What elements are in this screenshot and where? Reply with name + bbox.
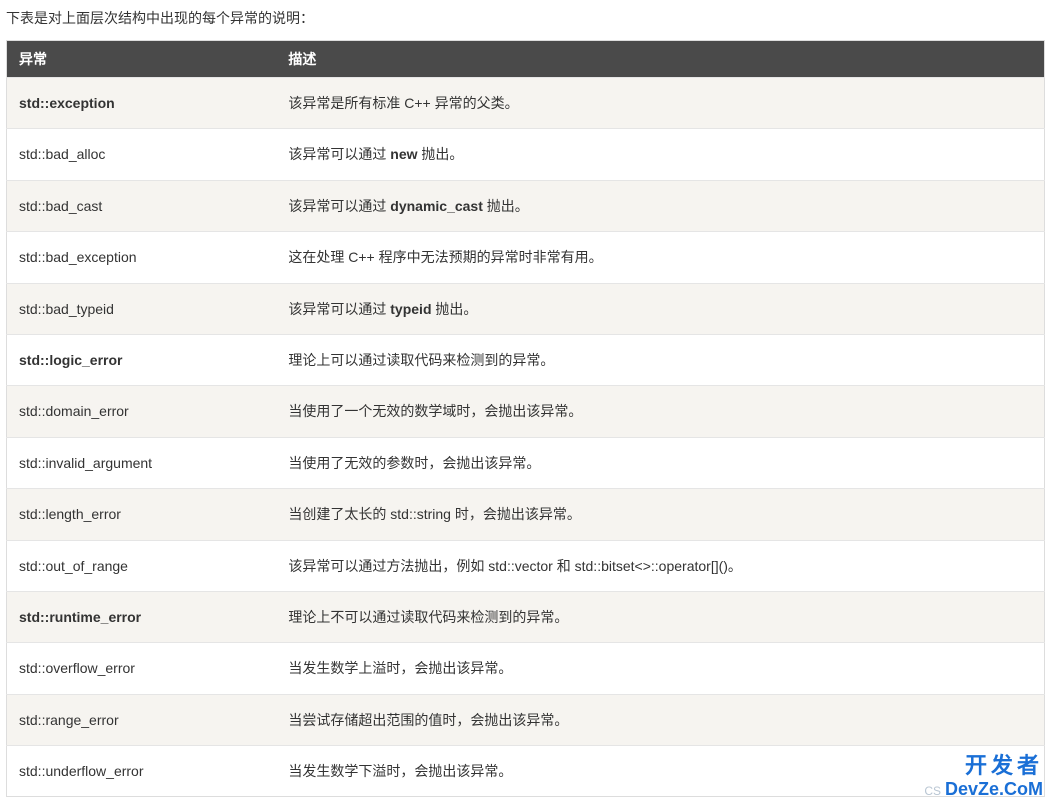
header-description: 描述 <box>276 41 1044 78</box>
table-row: std::invalid_argument当使用了无效的参数时，会抛出该异常。 <box>7 437 1045 488</box>
exception-name: std::bad_alloc <box>7 129 277 180</box>
exception-name: std::domain_error <box>7 386 277 437</box>
exception-name: std::overflow_error <box>7 643 277 694</box>
table-row: std::underflow_error当发生数学下溢时，会抛出该异常。 <box>7 746 1045 797</box>
exception-name: std::out_of_range <box>7 540 277 591</box>
exception-description: 理论上不可以通过读取代码来检测到的异常。 <box>276 591 1044 642</box>
table-row: std::overflow_error当发生数学上溢时，会抛出该异常。 <box>7 643 1045 694</box>
header-exception: 异常 <box>7 41 277 78</box>
table-row: std::bad_cast该异常可以通过 dynamic_cast 抛出。 <box>7 180 1045 231</box>
exception-description: 当使用了无效的参数时，会抛出该异常。 <box>276 437 1044 488</box>
exception-description: 当发生数学下溢时，会抛出该异常。 <box>276 746 1044 797</box>
exception-description: 当使用了一个无效的数学域时，会抛出该异常。 <box>276 386 1044 437</box>
table-row: std::domain_error当使用了一个无效的数学域时，会抛出该异常。 <box>7 386 1045 437</box>
table-row: std::bad_alloc该异常可以通过 new 抛出。 <box>7 129 1045 180</box>
table-row: std::out_of_range该异常可以通过方法抛出，例如 std::vec… <box>7 540 1045 591</box>
intro-text: 下表是对上面层次结构中出现的每个异常的说明： <box>6 8 1045 28</box>
exception-name: std::logic_error <box>7 334 277 385</box>
exception-name: std::underflow_error <box>7 746 277 797</box>
exception-description: 当创建了太长的 std::string 时，会抛出该异常。 <box>276 489 1044 540</box>
exception-name: std::runtime_error <box>7 591 277 642</box>
exception-name: std::bad_exception <box>7 232 277 283</box>
exception-description: 该异常是所有标准 C++ 异常的父类。 <box>276 78 1044 129</box>
exception-description: 该异常可以通过 new 抛出。 <box>276 129 1044 180</box>
exceptions-table: 异常 描述 std::exception该异常是所有标准 C++ 异常的父类。s… <box>6 40 1045 797</box>
exception-name: std::range_error <box>7 694 277 745</box>
table-row: std::length_error当创建了太长的 std::string 时，会… <box>7 489 1045 540</box>
table-row: std::range_error当尝试存储超出范围的值时，会抛出该异常。 <box>7 694 1045 745</box>
exception-name: std::bad_cast <box>7 180 277 231</box>
exception-name: std::exception <box>7 78 277 129</box>
exception-description: 该异常可以通过 typeid 抛出。 <box>276 283 1044 334</box>
exception-description: 当发生数学上溢时，会抛出该异常。 <box>276 643 1044 694</box>
table-row: std::exception该异常是所有标准 C++ 异常的父类。 <box>7 78 1045 129</box>
exception-name: std::bad_typeid <box>7 283 277 334</box>
table-row: std::bad_typeid该异常可以通过 typeid 抛出。 <box>7 283 1045 334</box>
exception-description: 理论上可以通过读取代码来检测到的异常。 <box>276 334 1044 385</box>
exception-description: 该异常可以通过方法抛出，例如 std::vector 和 std::bitset… <box>276 540 1044 591</box>
exception-name: std::invalid_argument <box>7 437 277 488</box>
exception-description: 该异常可以通过 dynamic_cast 抛出。 <box>276 180 1044 231</box>
table-header-row: 异常 描述 <box>7 41 1045 78</box>
table-row: std::runtime_error理论上不可以通过读取代码来检测到的异常。 <box>7 591 1045 642</box>
table-row: std::bad_exception这在处理 C++ 程序中无法预期的异常时非常… <box>7 232 1045 283</box>
exception-name: std::length_error <box>7 489 277 540</box>
table-row: std::logic_error理论上可以通过读取代码来检测到的异常。 <box>7 334 1045 385</box>
exception-description: 这在处理 C++ 程序中无法预期的异常时非常有用。 <box>276 232 1044 283</box>
exception-description: 当尝试存储超出范围的值时，会抛出该异常。 <box>276 694 1044 745</box>
